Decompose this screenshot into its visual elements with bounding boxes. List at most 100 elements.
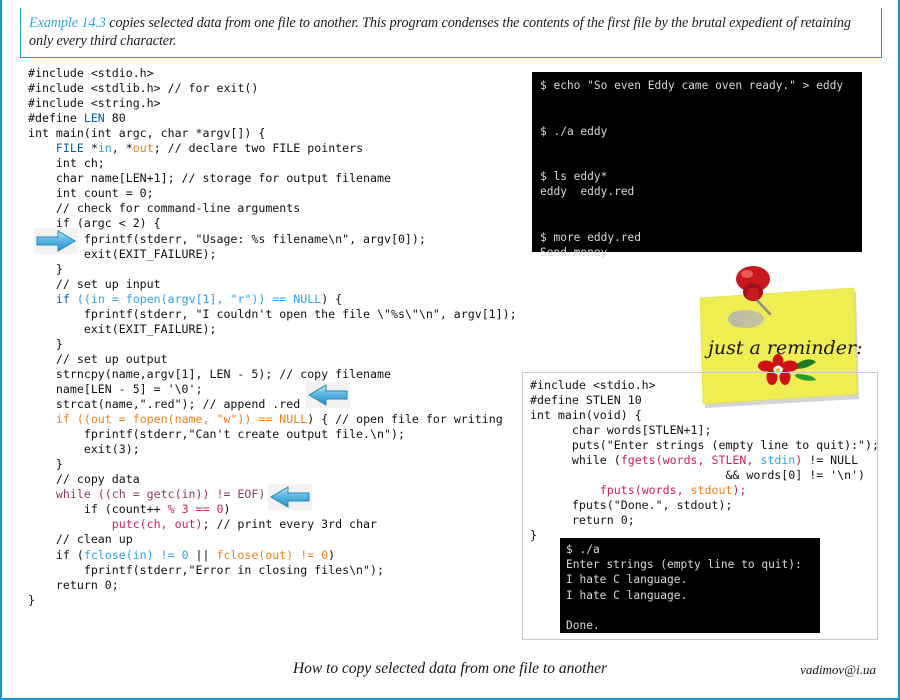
code-token: out — [90, 412, 112, 427]
code-token: return 0; — [530, 513, 635, 528]
code-token: // set up output — [28, 351, 168, 366]
left-arrow-icon — [306, 382, 350, 408]
code-line: } — [28, 457, 528, 472]
sticky-note-text: just a reminder: — [704, 337, 862, 359]
code-token: char name[LEN+1]; // storage for output … — [28, 171, 391, 186]
code-token: name[LEN - 5] = '\0'; — [28, 381, 203, 396]
header-description: Example 14.3 copies selected data from o… — [29, 15, 871, 50]
code-line: exit(EXIT_FAILURE); — [28, 247, 528, 262]
code-line: puts("Enter strings (empty line to quit)… — [530, 438, 890, 453]
header-callout-box: Example 14.3 copies selected data from o… — [20, 8, 882, 58]
code-line: } — [28, 262, 528, 277]
code-token: in — [90, 291, 105, 306]
code-token: fprintf(stderr,"Can't create output file… — [28, 427, 405, 442]
code-token: int main(void) { — [530, 408, 642, 423]
code-line: #include <string.h> — [28, 96, 528, 111]
code-token: out — [132, 141, 154, 156]
header-body: copies selected data from one file to an… — [29, 15, 851, 49]
terminal-line: $ ./a — [566, 543, 600, 556]
code-token: fclose(in) != 0 — [83, 547, 189, 562]
footer-title: How to copy selected data from one file … — [292, 660, 608, 677]
code-token: 80 — [104, 111, 126, 126]
code-line: #define STLEN 10 — [530, 393, 890, 408]
code-line: fprintf(stderr,"Error in closing files\n… — [28, 563, 528, 578]
terminal-output-top: $ echo "So even Eddy came oven ready." >… — [532, 72, 862, 259]
code-token: return 0; — [28, 577, 119, 592]
code-line: #include <stdio.h> — [530, 378, 890, 393]
code-line: if (argc < 2) { — [28, 216, 528, 231]
code-token: fputs("Done.", stdout); — [530, 498, 733, 513]
code-token: #include <stdio.h> — [530, 378, 656, 392]
code-token: , * — [111, 141, 133, 156]
code-line: int main(int argc, char *argv[]) { — [28, 126, 528, 141]
code-line: exit(3); — [28, 442, 528, 457]
code-line: } — [28, 337, 528, 352]
code-token: = fopen(name, "w")) == NULL — [111, 412, 308, 427]
code-token: while ( — [530, 453, 621, 468]
code-token: } — [28, 592, 35, 607]
code-token: int ch; — [28, 156, 105, 171]
code-token: // for exit() — [167, 81, 259, 96]
code-token: fopen(argv[1], "r")) == NULL — [125, 291, 322, 306]
terminal-line: Send money — [540, 246, 608, 260]
code-token: stdin — [760, 453, 796, 468]
footer-email: vadimov@i.ua — [800, 662, 876, 677]
main-code-listing: #include <stdio.h> #include <stdlib.h> //… — [28, 66, 528, 608]
code-line: int main(void) { — [530, 408, 890, 423]
code-line: if ((out = fopen(name, "w")) == NULL) { … — [28, 412, 528, 427]
code-token: // check for command-line arguments — [28, 201, 301, 216]
code-line: fputs("Done.", stdout); — [530, 498, 890, 513]
code-token: } — [530, 528, 537, 543]
terminal-line: $ echo "So even Eddy came oven ready." >… — [540, 79, 844, 92]
code-token: strcat(name,".red"); // append .red — [28, 397, 301, 412]
code-token: FILE — [55, 141, 84, 156]
code-token: if — [55, 291, 70, 306]
code-token: || — [188, 547, 217, 562]
code-line: // set up output — [28, 352, 528, 367]
code-line: #include <stdio.h> — [28, 66, 528, 81]
code-token: ) { // open file for writing — [307, 412, 503, 427]
code-line: return 0; — [28, 578, 528, 593]
code-token: int count = 0; — [28, 186, 154, 201]
code-token: #include <stdlib.h> — [28, 81, 168, 96]
left-arrow-icon-2 — [268, 484, 312, 510]
code-line: // clean up — [28, 532, 528, 547]
code-token: putc(ch, out) — [111, 517, 203, 532]
code-token: ) — [223, 502, 231, 517]
terminal-output-bottom: $ ./a Enter strings (empty line to quit):… — [560, 538, 820, 633]
code-token: char words[STLEN+1]; — [530, 423, 712, 438]
code-token: } — [28, 457, 63, 472]
code-line: int ch; — [28, 156, 528, 171]
code-line: char words[STLEN+1]; — [530, 423, 890, 438]
code-token: int main(int argc, char *argv[]) { — [28, 126, 266, 141]
code-token: } — [28, 261, 63, 276]
code-line: fprintf(stderr, "I couldn't open the fil… — [28, 307, 528, 322]
code-line: if ((in = fopen(argv[1], "r")) == NULL) … — [28, 292, 528, 307]
code-token: ) — [328, 547, 336, 562]
code-token: #define — [28, 111, 84, 126]
terminal-line: $ ./a eddy — [540, 124, 608, 138]
right-arrow-icon — [34, 228, 78, 254]
code-token: fprintf(stderr, "I couldn't open the fil… — [28, 306, 517, 321]
terminal-line: I hate C language. — [566, 573, 688, 587]
terminal-line: Done. — [566, 619, 600, 633]
code-line: exit(EXIT_FAILURE); — [28, 322, 528, 337]
code-line: fprintf(stderr,"Can't create output file… — [28, 427, 528, 442]
code-token: fputs(words, — [599, 483, 691, 498]
terminal-line: $ ls eddy* — [540, 170, 608, 184]
code-token: ); — [732, 483, 747, 498]
code-line: name[LEN - 5] = '\0'; — [28, 382, 528, 397]
terminal-line: eddy eddy.red — [540, 185, 635, 199]
code-line: fprintf(stderr, "Usage: %s filename\n", … — [28, 232, 528, 247]
code-token: && words[0] != '\n') — [530, 468, 866, 483]
code-token: #define STLEN 10 — [530, 393, 642, 408]
code-token: if (count++ — [28, 502, 168, 517]
